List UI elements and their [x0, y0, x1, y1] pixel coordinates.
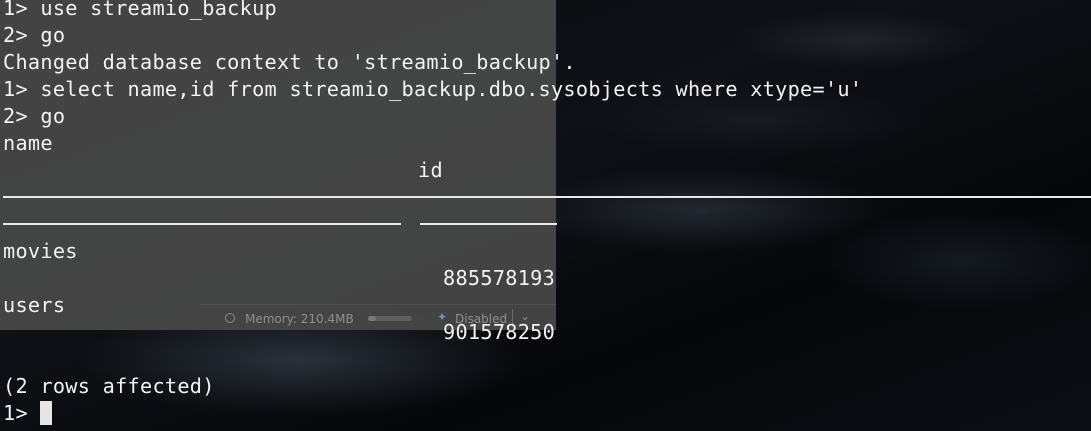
row-name: movies — [3, 239, 78, 263]
text-cursor — [40, 401, 52, 425]
row-id: 901578250 — [443, 320, 556, 344]
terminal-line: 2> go — [3, 23, 66, 47]
rows-affected: (2 rows affected) — [3, 374, 215, 398]
header-separator-id — [420, 223, 557, 225]
terminal-line: 1> use streamio_backup — [3, 0, 277, 20]
terminal-output[interactable]: 1> use streamio_backup 2> go Changed dat… — [0, 0, 1091, 431]
column-header-name: name — [3, 131, 53, 155]
terminal-line: Changed database context to 'streamio_ba… — [3, 50, 576, 74]
row-id: 885578193 — [443, 266, 556, 290]
header-separator-name — [3, 223, 401, 225]
header-separator-wrapped — [3, 196, 1091, 198]
terminal-line: 2> go — [3, 104, 66, 128]
row-name: users — [3, 293, 66, 317]
column-header-id: id — [418, 158, 443, 182]
prompt: 1> — [3, 401, 41, 425]
terminal-line: 1> select name,id from streamio_backup.d… — [3, 77, 863, 101]
